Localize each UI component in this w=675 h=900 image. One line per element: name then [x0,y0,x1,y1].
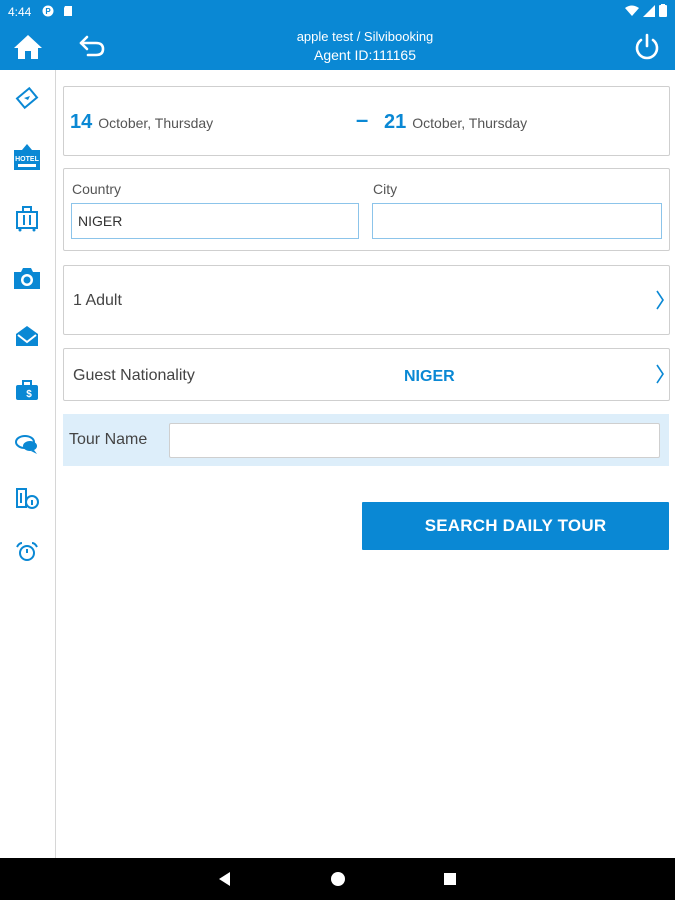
home-icon [14,35,42,59]
signal-icon [643,4,655,17]
back-icon[interactable] [78,34,106,60]
chevron-right-icon [656,290,664,310]
battery-icon [659,4,667,17]
chat-icon[interactable] [12,430,42,458]
tour-name-row: Tour Name [63,414,669,466]
tour-name-label: Tour Name [69,431,148,448]
start-date[interactable]: 14 October, Thursday [70,111,213,134]
search-daily-tour-button[interactable]: SEARCH DAILY TOUR [362,502,669,550]
city-label: City [373,181,398,197]
svg-text:HOTEL: HOTEL [15,156,39,163]
status-time: 4:44 [8,5,32,19]
start-day: 14 [70,111,93,133]
nationality-value: NIGER [404,368,455,385]
flight-ticket-icon[interactable] [12,84,42,112]
chevron-right-icon [656,364,664,384]
country-input[interactable] [71,203,359,239]
svg-text:$: $ [26,389,32,400]
user-company: apple test / Silvibooking [296,29,434,44]
guests-label: 1 Adult [73,292,122,309]
status-bar: 4:44 P [0,0,675,24]
system-nav-bar [0,858,675,900]
alarm-icon[interactable] [12,538,42,566]
date-separator: – [356,107,369,132]
wifi-icon [625,5,639,16]
date-range-card[interactable]: 14 October, Thursday – 21 October, Thurs… [63,86,670,156]
app-header: apple test / Silvibooking Agent ID:11116… [0,24,675,70]
luggage-icon[interactable] [12,204,42,232]
tour-name-input[interactable] [169,423,660,458]
city-input[interactable] [372,203,662,239]
status-icons [625,4,667,17]
nationality-selector[interactable]: Guest Nationality NIGER [63,348,670,401]
mail-icon[interactable] [12,322,42,350]
end-date[interactable]: 21 October, Thursday [384,111,527,134]
guests-selector[interactable]: 1 Adult [63,265,670,335]
home-button[interactable] [0,24,56,70]
sd-card-icon [64,6,72,16]
nationality-label: Guest Nationality [73,367,195,384]
svg-text:P: P [45,7,51,16]
nav-back-icon[interactable] [216,870,234,888]
location-card: Country City [63,168,670,251]
building-info-icon[interactable] [12,484,42,512]
nav-recents-icon[interactable] [441,870,459,888]
end-month-weekday: October, Thursday [412,115,528,131]
end-day: 21 [384,111,407,133]
header-title: apple test / Silvibooking Agent ID:11116… [200,28,530,64]
app-notification-icon: P [42,5,54,17]
power-icon[interactable] [633,32,661,62]
country-label: Country [72,181,122,197]
camera-icon[interactable] [12,264,42,292]
start-month-weekday: October, Thursday [98,115,214,131]
agent-id: Agent ID:111165 [314,47,416,63]
nav-home-icon[interactable] [329,870,347,888]
hotel-icon[interactable]: HOTEL [12,144,42,172]
briefcase-icon[interactable]: $ [12,376,42,404]
side-rail: HOTEL $ [0,70,56,858]
